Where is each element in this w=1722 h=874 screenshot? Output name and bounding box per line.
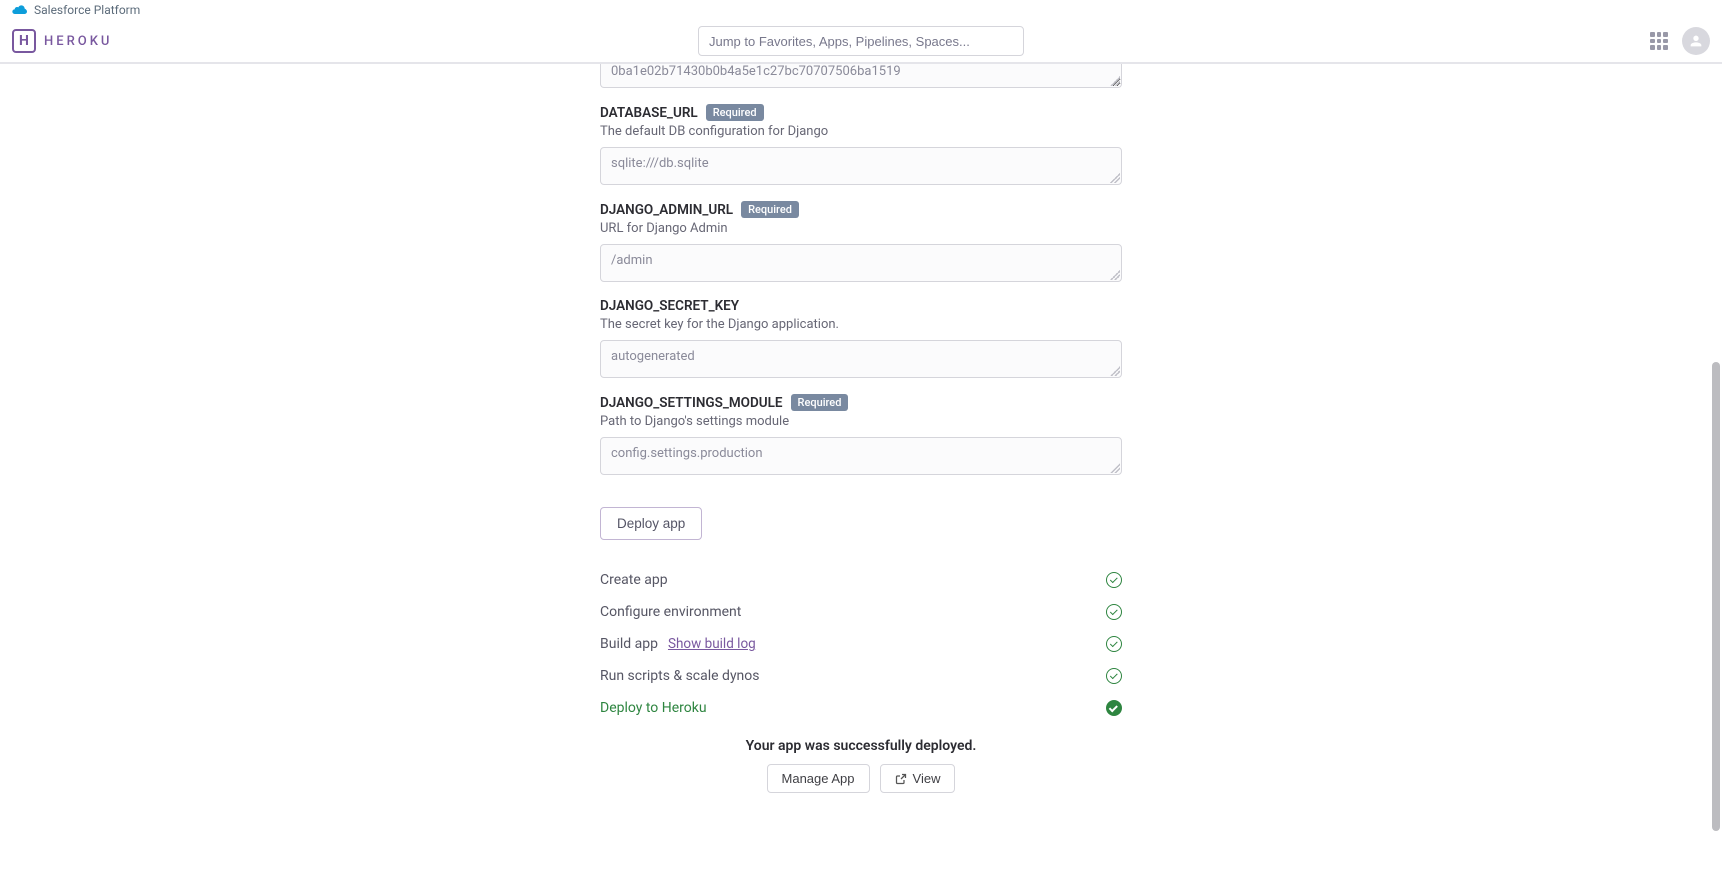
heroku-logo-icon: H — [12, 29, 36, 53]
scrollbar[interactable] — [1710, 20, 1722, 874]
platform-label: Salesforce Platform — [34, 3, 140, 17]
field-label: DJANGO_ADMIN_URL — [600, 202, 733, 218]
apps-grid-icon[interactable] — [1650, 32, 1668, 50]
django-settings-module-input[interactable]: config.settings.production — [600, 437, 1122, 475]
brand-name: HEROKU — [44, 34, 112, 49]
platform-bar: Salesforce Platform — [0, 0, 1722, 20]
step-create-app: Create app — [600, 564, 1122, 596]
prev-config-value[interactable]: 0ba1e02b71430b0b4a5e1c27bc70707506ba1519 — [600, 64, 1122, 88]
required-badge: Required — [706, 104, 764, 121]
success-message: Your app was successfully deployed. — [600, 738, 1122, 754]
field-desc: The secret key for the Django applicatio… — [600, 317, 1122, 332]
field-label: DATABASE_URL — [600, 105, 698, 121]
logo[interactable]: H HEROKU — [12, 29, 112, 53]
cloud-icon — [12, 4, 28, 16]
avatar[interactable] — [1682, 27, 1710, 55]
step-build-app: Build app Show build log — [600, 628, 1122, 660]
external-link-icon — [895, 773, 907, 785]
view-button[interactable]: View — [880, 764, 956, 793]
deploy-app-button[interactable]: Deploy app — [600, 507, 702, 540]
manage-app-button[interactable]: Manage App — [767, 764, 870, 793]
field-django-secret-key: DJANGO_SECRET_KEY The secret key for the… — [600, 298, 1122, 378]
step-run-scripts: Run scripts & scale dynos — [600, 660, 1122, 692]
field-desc: The default DB configuration for Django — [600, 124, 1122, 139]
step-deploy-heroku: Deploy to Heroku — [600, 692, 1122, 724]
scrollbar-thumb[interactable] — [1712, 362, 1720, 832]
check-icon — [1106, 572, 1122, 588]
search-input[interactable] — [698, 26, 1024, 56]
main-content: 0ba1e02b71430b0b4a5e1c27bc70707506ba1519… — [600, 64, 1122, 813]
django-admin-url-input[interactable]: /admin — [600, 244, 1122, 282]
resize-handle-icon[interactable] — [1110, 76, 1120, 86]
result-actions: Manage App View — [600, 764, 1122, 813]
step-configure-env: Configure environment — [600, 596, 1122, 628]
field-desc: URL for Django Admin — [600, 221, 1122, 236]
check-icon — [1106, 668, 1122, 684]
field-label: DJANGO_SETTINGS_MODULE — [600, 395, 783, 411]
field-desc: Path to Django's settings module — [600, 414, 1122, 429]
django-secret-key-input[interactable]: autogenerated — [600, 340, 1122, 378]
user-icon — [1688, 33, 1704, 49]
resize-handle-icon[interactable] — [1110, 270, 1120, 280]
database-url-input[interactable]: sqlite:///db.sqlite — [600, 147, 1122, 185]
resize-handle-icon[interactable] — [1110, 463, 1120, 473]
show-build-log-link[interactable]: Show build log — [668, 636, 756, 652]
field-database-url: DATABASE_URL Required The default DB con… — [600, 104, 1122, 185]
resize-handle-icon[interactable] — [1110, 173, 1120, 183]
search-wrap — [698, 26, 1024, 56]
resize-handle-icon[interactable] — [1110, 366, 1120, 376]
deploy-steps: Create app Configure environment Build a… — [600, 564, 1122, 724]
check-icon — [1106, 604, 1122, 620]
check-icon — [1106, 636, 1122, 652]
field-django-admin-url: DJANGO_ADMIN_URL Required URL for Django… — [600, 201, 1122, 282]
required-badge: Required — [741, 201, 799, 218]
header: H HEROKU — [0, 20, 1722, 64]
field-label: DJANGO_SECRET_KEY — [600, 298, 739, 314]
required-badge: Required — [791, 394, 849, 411]
check-solid-icon — [1106, 700, 1122, 716]
field-django-settings-module: DJANGO_SETTINGS_MODULE Required Path to … — [600, 394, 1122, 475]
